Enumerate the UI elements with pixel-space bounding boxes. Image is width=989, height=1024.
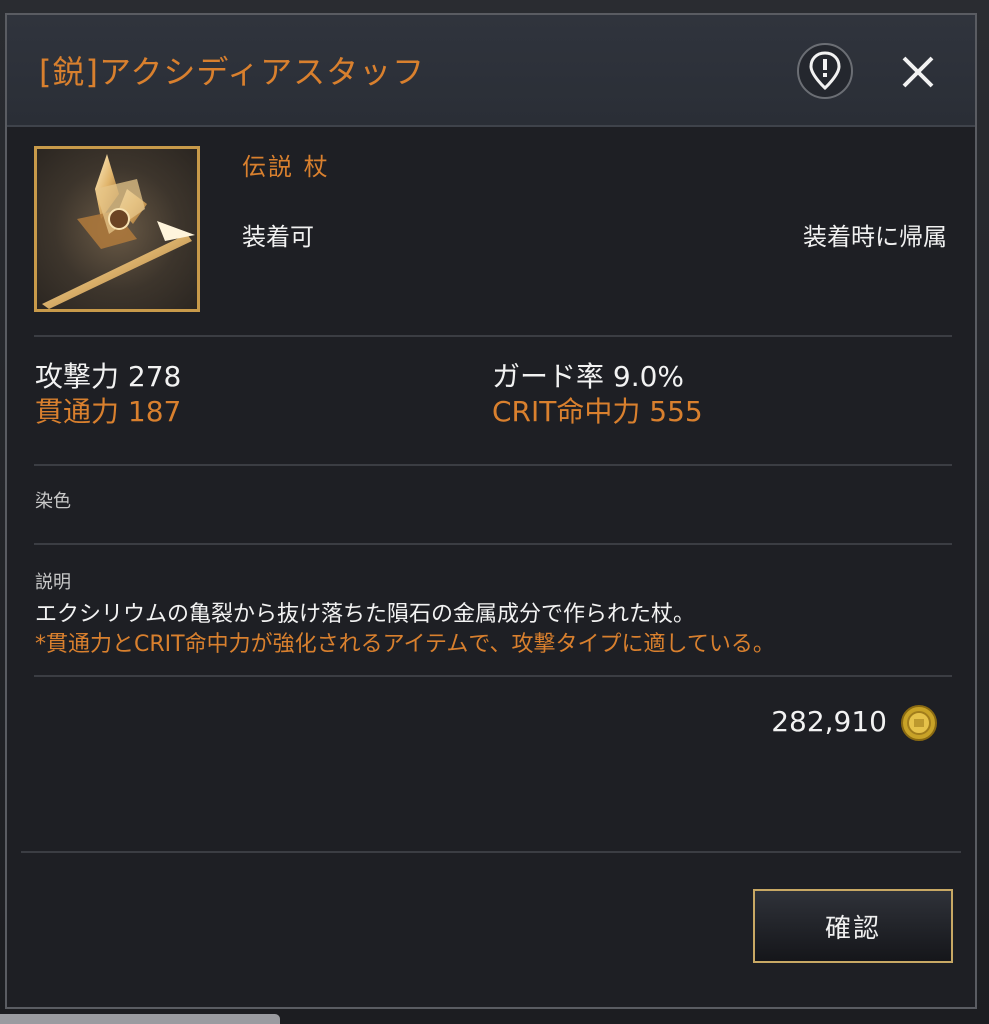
divider	[34, 335, 952, 337]
divider	[34, 464, 952, 466]
equip-status: 装着可	[242, 223, 314, 251]
close-button[interactable]	[895, 49, 941, 95]
scrollbar[interactable]	[0, 1014, 280, 1024]
item-title: [鋭]アクシディアスタッフ	[39, 53, 426, 91]
close-icon	[902, 56, 934, 88]
map-pin-alert-icon	[809, 51, 841, 91]
pin-button[interactable]	[797, 43, 853, 99]
item-price: 282,910	[771, 705, 887, 738]
stat-guard-rate: ガード率 9.0%	[492, 360, 685, 393]
divider	[34, 543, 952, 545]
item-rarity-type: 伝説 杖	[242, 153, 330, 181]
description-note: *貫通力とCRIT命中力が強化されるアイテムで、攻撃タイプに適している。	[35, 632, 775, 657]
gold-coin-icon	[901, 705, 937, 741]
item-thumbnail	[34, 146, 200, 312]
staff-weapon-icon	[42, 154, 195, 309]
bind-status: 装着時に帰属	[803, 223, 947, 251]
stat-penetration: 貫通力 187	[35, 395, 182, 428]
panel-header: [鋭]アクシディアスタッフ	[7, 15, 975, 127]
description-label: 説明	[35, 572, 71, 593]
dye-label: 染色	[35, 491, 71, 512]
divider	[21, 851, 961, 853]
divider	[34, 675, 952, 677]
confirm-button[interactable]: 確認	[753, 889, 953, 963]
item-tooltip-panel: [鋭]アクシディアスタッフ 伝説 杖 装着可 装着時に帰属 攻撃力 278 ガー…	[5, 13, 977, 1009]
stat-crit-accuracy: CRIT命中力 555	[492, 395, 703, 428]
description-text: エクシリウムの亀裂から抜け落ちた隕石の金属成分で作られた杖。	[35, 602, 696, 627]
stat-attack: 攻撃力 278	[35, 360, 182, 393]
